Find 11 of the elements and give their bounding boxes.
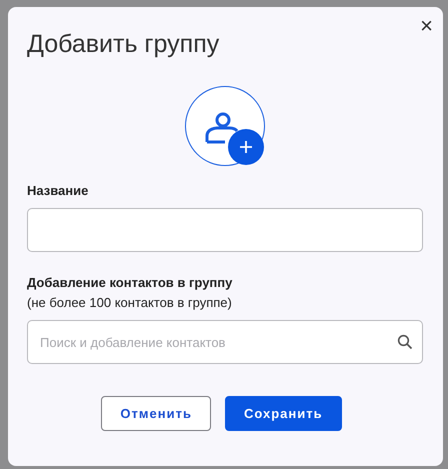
save-button[interactable]: Сохранить: [224, 396, 342, 431]
close-button[interactable]: ×: [420, 16, 433, 36]
search-field[interactable]: Поиск и добавление контактов: [27, 320, 423, 364]
add-person-icon[interactable]: [184, 86, 266, 168]
field-hint: (не более 100 контактов в группе): [27, 295, 233, 311]
name-input-field[interactable]: [27, 208, 423, 252]
cancel-button[interactable]: Отменить: [101, 396, 211, 431]
dialog-title: Добавить группу: [27, 29, 220, 59]
field-label: Название: [27, 183, 90, 199]
search-icon[interactable]: [397, 334, 413, 350]
field-label: Добавление контактов в группу: [27, 275, 234, 291]
